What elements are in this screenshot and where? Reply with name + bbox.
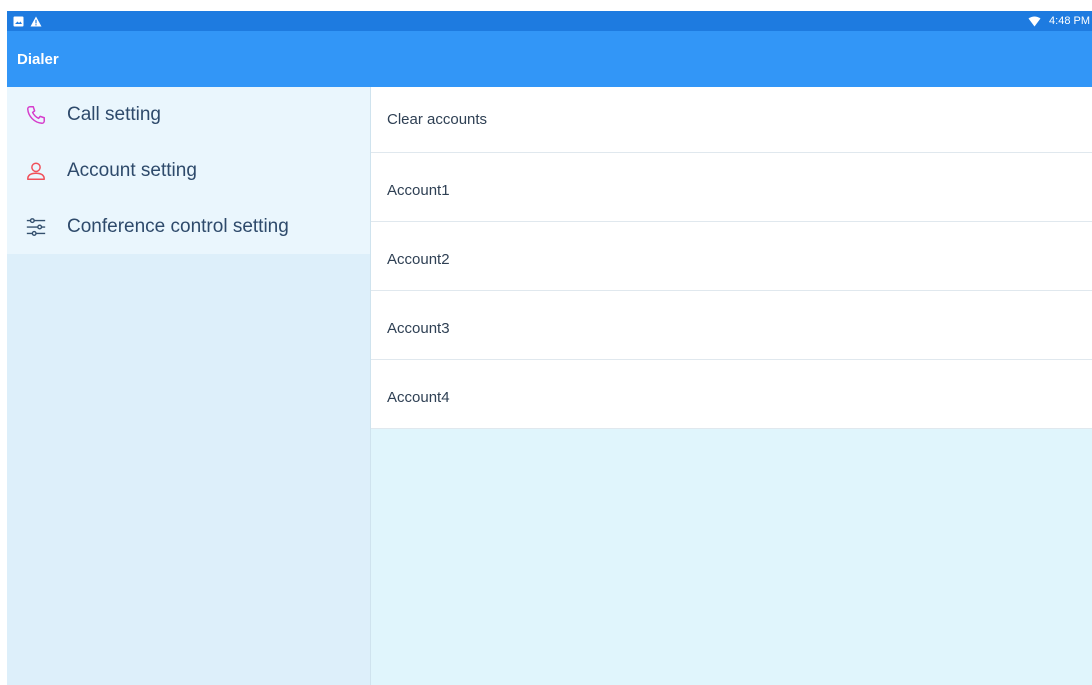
sliders-icon (25, 216, 47, 238)
warning-icon (30, 16, 42, 27)
sidebar: Call setting Account setting Conference … (7, 87, 371, 685)
account-item-3[interactable]: Account3 (371, 291, 1092, 360)
status-bar: 4:48 PM (7, 11, 1092, 31)
status-right: 4:48 PM (1028, 15, 1090, 27)
clear-accounts-item[interactable]: Clear accounts (371, 87, 1092, 153)
sidebar-item-account-setting[interactable]: Account setting (7, 143, 370, 199)
phone-icon (25, 104, 47, 126)
app-bar: Dialer (7, 31, 1092, 87)
list-item-label: Account1 (387, 181, 450, 199)
list-item-label: Clear accounts (387, 111, 488, 128)
screen: 4:48 PM Dialer Call setting Account sett… (7, 11, 1092, 685)
account-item-1[interactable]: Account1 (371, 153, 1092, 222)
sidebar-item-label: Conference control setting (67, 216, 289, 237)
sidebar-item-conference-control-setting[interactable]: Conference control setting (7, 199, 370, 255)
wifi-icon (1028, 16, 1041, 27)
account-item-4[interactable]: Account4 (371, 360, 1092, 429)
list-item-label: Account3 (387, 319, 450, 337)
accounts-panel: Clear accounts Account1 Account2 Account… (371, 87, 1092, 685)
account-item-2[interactable]: Account2 (371, 222, 1092, 291)
person-icon (25, 160, 47, 182)
image-icon (13, 16, 24, 27)
sidebar-item-call-setting[interactable]: Call setting (7, 87, 370, 143)
list-item-label: Account4 (387, 388, 450, 406)
sidebar-item-label: Account setting (67, 160, 197, 181)
list-item-label: Account2 (387, 250, 450, 268)
sidebar-item-label: Call setting (67, 104, 161, 125)
content: Call setting Account setting Conference … (7, 87, 1092, 685)
app-title: Dialer (17, 50, 59, 68)
status-left (13, 16, 42, 27)
status-time: 4:48 PM (1049, 15, 1090, 27)
sidebar-menu: Call setting Account setting Conference … (7, 87, 370, 254)
